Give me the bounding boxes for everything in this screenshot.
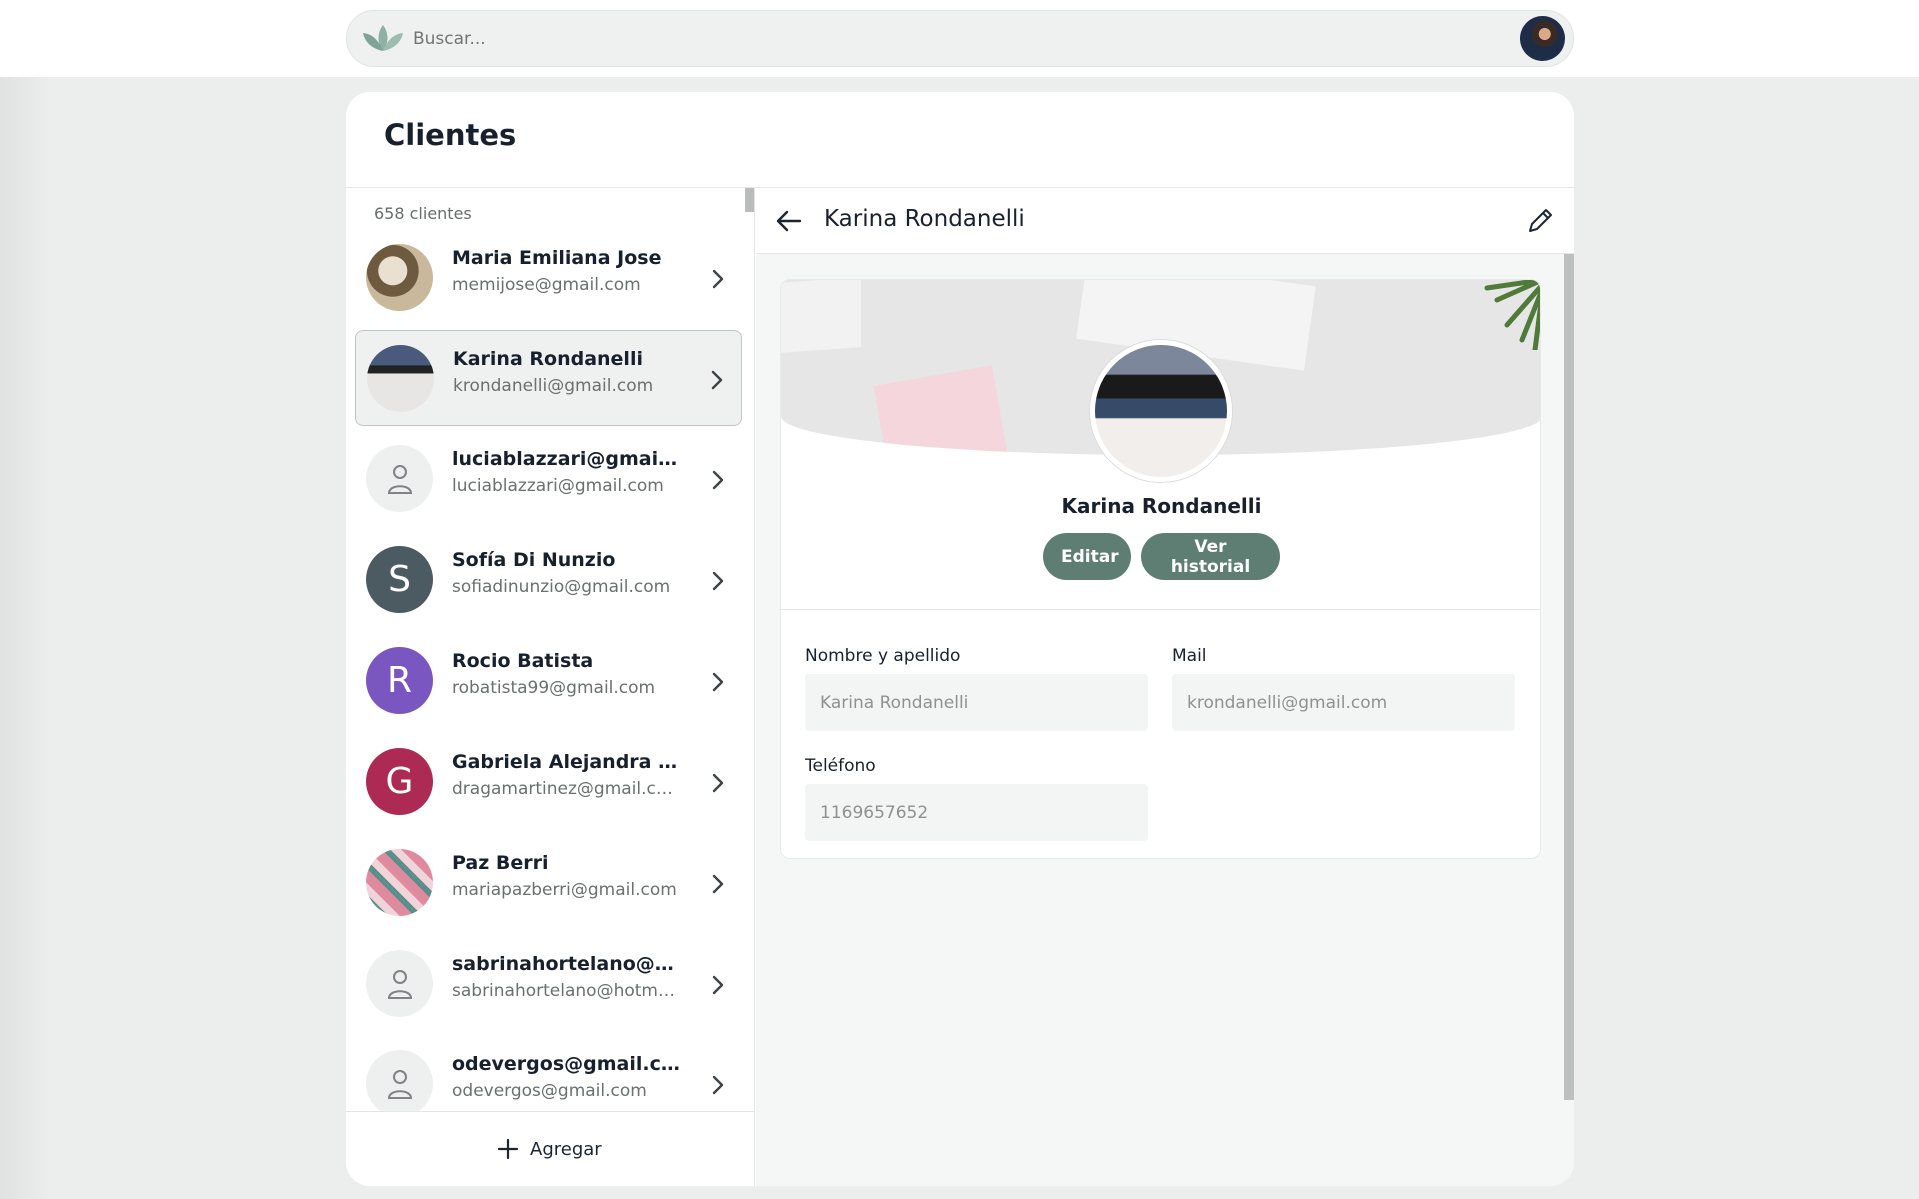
- client-email: mariapazberri@gmail.com: [452, 880, 677, 900]
- chevron-right-icon: [712, 1075, 724, 1095]
- add-client-label: Agregar: [530, 1138, 602, 1160]
- phone-field[interactable]: [805, 784, 1148, 841]
- detail-header: Karina Rondanelli: [756, 188, 1574, 254]
- client-email: sofiadinunzio@gmail.com: [452, 577, 671, 597]
- list-item[interactable]: Maria Emiliana Jose memijose@gmail.com: [355, 230, 742, 326]
- chevron-right-icon: [712, 571, 724, 591]
- list-item[interactable]: G Gabriela Alejandra Martinez dragamarti…: [355, 734, 742, 830]
- detail-title: Karina Rondanelli: [824, 206, 1025, 232]
- avatar: [366, 1050, 433, 1117]
- chevron-right-icon: [711, 370, 723, 390]
- list-item[interactable]: Paz Berri mariapazberri@gmail.com: [355, 835, 742, 931]
- chevron-right-icon: [712, 975, 724, 995]
- background-shade: [0, 77, 50, 1199]
- user-avatar[interactable]: [1520, 16, 1565, 61]
- client-email: dragamartinez@gmail.com: [452, 779, 682, 799]
- user-icon: [387, 1069, 412, 1099]
- avatar: [366, 849, 433, 916]
- name-label: Nombre y apellido: [805, 646, 961, 666]
- client-email: sabrinahortelano@hotmail.com: [452, 981, 682, 1001]
- plus-icon: [498, 1139, 518, 1159]
- avatar: R: [366, 647, 433, 714]
- client-name: Maria Emiliana Jose: [452, 247, 662, 269]
- clients-card: Clientes 658 clientes Maria Emiliana Jos…: [346, 92, 1574, 1186]
- list-item[interactable]: R Rocio Batista robatista99@gmail.com: [355, 633, 742, 729]
- avatar: G: [366, 748, 433, 815]
- profile-card: Karina Rondanelli Editar Ver historial N…: [780, 279, 1541, 859]
- avatar: [366, 445, 433, 512]
- phone-label: Teléfono: [805, 756, 876, 776]
- client-name: Rocio Batista: [452, 650, 594, 672]
- avatar: S: [366, 546, 433, 613]
- search-bar[interactable]: [346, 10, 1574, 67]
- client-name: odevergos@gmail.com: [452, 1053, 682, 1075]
- client-count: 658 clientes: [374, 204, 472, 223]
- list-item[interactable]: luciablazzari@gmail.com luciablazzari@gm…: [355, 431, 742, 527]
- user-icon: [387, 464, 412, 494]
- avatar: [367, 345, 434, 412]
- view-history-button[interactable]: Ver historial: [1141, 533, 1280, 580]
- mail-field[interactable]: [1172, 674, 1515, 731]
- list-item-selected[interactable]: Karina Rondanelli krondanelli@gmail.com: [355, 330, 742, 426]
- chevron-right-icon: [712, 269, 724, 289]
- edit-button[interactable]: Editar: [1043, 533, 1131, 580]
- search-input[interactable]: [413, 24, 1413, 54]
- avatar: [366, 244, 433, 311]
- chevron-right-icon: [712, 672, 724, 692]
- client-email: robatista99@gmail.com: [452, 678, 656, 698]
- client-name: Gabriela Alejandra Martinez: [452, 751, 682, 773]
- client-name: sabrinahortelano@hotmail.com: [452, 953, 682, 975]
- client-name: luciablazzari@gmail.com: [452, 448, 682, 470]
- card-divider: [781, 609, 1540, 610]
- client-email: memijose@gmail.com: [452, 275, 641, 295]
- add-client-button[interactable]: Agregar: [498, 1134, 602, 1164]
- user-icon: [387, 969, 412, 999]
- pencil-icon[interactable]: [1526, 205, 1556, 235]
- list-footer: Agregar: [346, 1111, 754, 1186]
- lotus-logo-icon: [363, 25, 403, 51]
- client-name: Sofía Di Nunzio: [452, 549, 616, 571]
- chevron-right-icon: [712, 874, 724, 894]
- profile-photo: [1090, 340, 1232, 482]
- client-name: Karina Rondanelli: [453, 348, 643, 370]
- client-email: odevergos@gmail.com: [452, 1081, 647, 1101]
- list-item[interactable]: sabrinahortelano@hotmail.com sabrinahort…: [355, 936, 742, 1032]
- client-name: Paz Berri: [452, 852, 549, 874]
- client-email: krondanelli@gmail.com: [453, 376, 654, 396]
- detail-scrollbar[interactable]: [1564, 254, 1574, 1100]
- mail-label: Mail: [1172, 646, 1207, 666]
- list-scrollbar[interactable]: [745, 188, 754, 212]
- client-email: luciablazzari@gmail.com: [452, 476, 664, 496]
- avatar: [366, 950, 433, 1017]
- name-field[interactable]: [805, 674, 1148, 731]
- chevron-right-icon: [712, 773, 724, 793]
- page-title: Clientes: [384, 118, 517, 152]
- client-list: 658 clientes Maria Emiliana Jose memijos…: [346, 188, 755, 1186]
- client-detail: Karina Rondanelli Karina Rondanelli Edit…: [756, 188, 1574, 1186]
- top-bar: [0, 0, 1919, 77]
- profile-name: Karina Rondanelli: [1061, 494, 1262, 518]
- arrow-left-icon[interactable]: [776, 209, 802, 233]
- chevron-right-icon: [712, 470, 724, 490]
- plant-decoration: [1484, 280, 1540, 350]
- list-item[interactable]: S Sofía Di Nunzio sofiadinunzio@gmail.co…: [355, 532, 742, 628]
